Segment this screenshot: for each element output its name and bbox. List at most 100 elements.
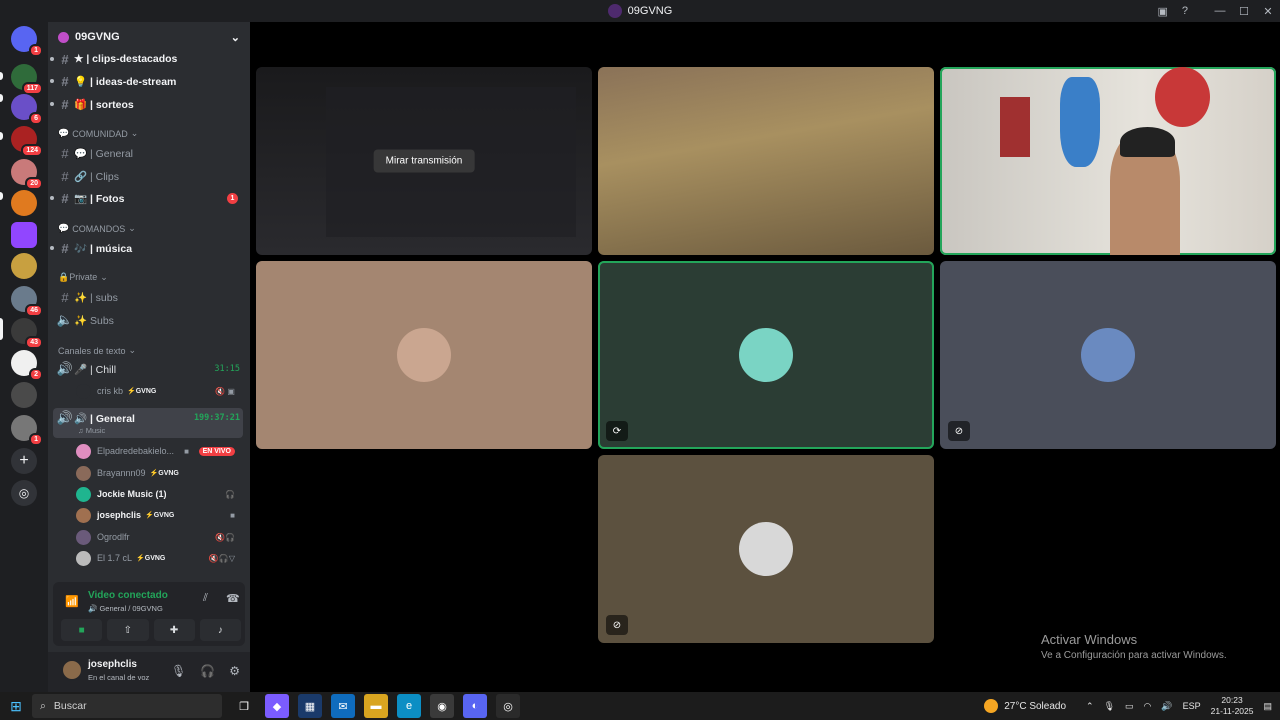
server-icon[interactable]: 2 <box>11 350 43 381</box>
system-tray: 27°C Soleado ⌃ 🎙 ▭ ◠ 🔊 ESP 20:23 21-11-2… <box>984 692 1280 720</box>
battery-icon[interactable]: ▭ <box>1125 701 1134 712</box>
hash-icon: # <box>61 145 69 161</box>
camera-button[interactable]: ■ <box>61 619 103 641</box>
server-icon[interactable] <box>11 382 37 408</box>
cap <box>1120 127 1175 157</box>
jacket <box>1060 77 1100 167</box>
wifi-icon[interactable]: ◠ <box>1144 701 1152 712</box>
user-name[interactable]: josephclis <box>88 659 137 670</box>
channel-general[interactable]: # 💬 | General <box>56 143 246 163</box>
server-icon[interactable] <box>11 190 37 216</box>
obs-icon[interactable]: ◎ <box>496 694 520 718</box>
channel-clips[interactable]: # 🔗 | Clips <box>56 166 246 186</box>
server-icon[interactable]: 1 <box>11 415 43 446</box>
server-icon[interactable]: 46 <box>11 286 43 317</box>
microphone-icon[interactable]: 🎙 <box>1104 701 1115 712</box>
category-private[interactable]: 🔒Private ⌄ <box>58 272 108 283</box>
participant-tile[interactable] <box>256 261 592 449</box>
server-icon[interactable]: 6 <box>11 94 43 125</box>
participant-tile-speaking[interactable]: ⟳ <box>598 261 934 449</box>
voice-channel-chill[interactable]: 🔊 🎤 | Chill 31:15 <box>56 359 246 379</box>
server-icon[interactable]: 124 <box>11 126 43 157</box>
deafened-icon: 🎧 <box>225 489 235 499</box>
category-comunidad[interactable]: 💬 COMUNIDAD ⌄ <box>58 128 138 139</box>
copilot-icon[interactable]: ◆ <box>265 694 289 718</box>
channel-musica[interactable]: # 🎶 | música <box>50 238 246 258</box>
video-tile-speaking[interactable] <box>940 67 1276 255</box>
task-view-icon[interactable]: ❐ <box>232 694 256 718</box>
maximize-button[interactable]: ☐ <box>1232 5 1256 18</box>
gear-icon[interactable]: ⚙ <box>229 664 240 678</box>
discord-icon[interactable]: ◐ <box>463 694 487 718</box>
avatar[interactable] <box>61 659 83 681</box>
windows-start-icon[interactable]: ⊞ <box>0 698 32 715</box>
hash-icon: # <box>61 240 69 256</box>
headphones-icon[interactable]: 🎧 <box>200 664 215 678</box>
discord-home-icon[interactable]: 1 <box>11 26 43 57</box>
channel-clips-destacados[interactable]: # ★ | clips-destacados <box>50 49 246 69</box>
channel-activity: ♫ Music <box>78 426 106 435</box>
avatar <box>76 465 91 481</box>
selected-pill <box>0 318 3 340</box>
noise-suppression-icon[interactable]: ⫽ <box>203 592 208 605</box>
server-icon[interactable]: 43 <box>11 318 43 349</box>
voice-user[interactable]: cris kb ⚡GVNG 🔇 ▣ <box>76 381 241 401</box>
discover-icon[interactable]: ◎ <box>11 480 37 506</box>
activities-button[interactable]: ✚ <box>153 619 195 641</box>
chevron-up-icon[interactable]: ⌃ <box>1086 701 1094 712</box>
user-status: En el canal de voz <box>88 673 150 682</box>
help-icon[interactable]: ? <box>1182 5 1188 18</box>
hash-icon: # <box>61 190 69 206</box>
voice-user[interactable]: Brayannn09 ⚡GVNG <box>76 463 241 483</box>
minimize-button[interactable]: — <box>1208 5 1232 17</box>
store-icon[interactable]: ▦ <box>298 694 322 718</box>
screenshare-button[interactable]: ⇧ <box>107 619 149 641</box>
chrome-icon[interactable]: ◉ <box>430 694 454 718</box>
chevron-down-icon[interactable]: ⌄ <box>231 31 240 44</box>
close-button[interactable]: ✕ <box>1256 5 1280 18</box>
server-icon[interactable]: 117 <box>11 64 43 95</box>
disconnect-icon[interactable]: ☎ <box>226 592 240 605</box>
hash-icon: # <box>61 73 69 89</box>
twitch-icon[interactable] <box>11 222 37 248</box>
unread-pill <box>0 192 3 200</box>
taskbar-search[interactable]: ⌕ Buscar <box>32 694 222 718</box>
speaker-icon: 🔊 <box>56 361 74 376</box>
server-icon[interactable]: 20 <box>11 159 43 190</box>
server-header[interactable]: 09GVNG ⌄ <box>48 22 250 52</box>
file-explorer-icon[interactable]: ▬ <box>364 694 388 718</box>
edge-icon[interactable]: e <box>397 694 421 718</box>
soundboard-button[interactable]: ♪ <box>199 619 241 641</box>
voice-status[interactable]: Video conectado <box>88 590 168 601</box>
voice-user[interactable]: Jockie Music (1) 🎧 <box>76 484 241 504</box>
voice-channel-general[interactable]: 🔊 🔊 | General 199:37:21 <box>56 408 246 428</box>
notification-icon[interactable]: ▤ <box>1263 701 1272 712</box>
voice-channel-subs[interactable]: 🔈 ✨ Subs <box>56 310 246 330</box>
participant-tile[interactable]: ⊘ <box>598 455 934 643</box>
voice-user[interactable]: El 1.7 cL ⚡GVNG 🔇🎧▽ <box>76 548 241 568</box>
signal-icon[interactable]: 📶 <box>65 595 79 608</box>
watch-stream-button[interactable]: Mirar transmisión <box>373 149 475 173</box>
channel-fotos[interactable]: # 📷 | Fotos 1 <box>50 188 246 208</box>
video-tile[interactable] <box>598 67 934 255</box>
inbox-icon[interactable]: ▣ <box>1157 5 1167 18</box>
poster <box>1155 67 1210 127</box>
channel-subs[interactable]: # ✨ | subs <box>56 287 246 307</box>
category-canales-de-texto[interactable]: Canales de texto ⌄ <box>58 345 136 356</box>
channel-sorteos[interactable]: # 🎁 | sorteos <box>50 94 246 114</box>
server-icon[interactable] <box>11 253 37 279</box>
participant-tile[interactable]: ⊘ <box>940 261 1276 449</box>
add-server-icon[interactable]: + <box>11 448 37 474</box>
microphone-icon[interactable]: 🎙 <box>171 664 186 678</box>
weather-widget[interactable]: 27°C Soleado <box>984 699 1066 713</box>
voice-user[interactable]: Ogrodlfr 🔇🎧 <box>76 527 241 547</box>
outlook-icon[interactable]: ✉ <box>331 694 355 718</box>
volume-icon[interactable]: 🔊 <box>1161 701 1172 712</box>
channel-ideas-de-stream[interactable]: # 💡 | ideas-de-stream <box>50 71 246 91</box>
clock[interactable]: 20:23 21-11-2025 <box>1211 695 1254 717</box>
voice-user[interactable]: josephclis ⚡GVNG ■ <box>76 505 241 525</box>
language-indicator[interactable]: ESP <box>1183 701 1201 711</box>
stream-tile[interactable]: Mirar transmisión <box>256 67 592 255</box>
category-comandos[interactable]: 💬 COMANDOS ⌄ <box>58 223 136 234</box>
voice-user[interactable]: Elpadredebakielo... ■ EN VIVO <box>76 441 241 461</box>
